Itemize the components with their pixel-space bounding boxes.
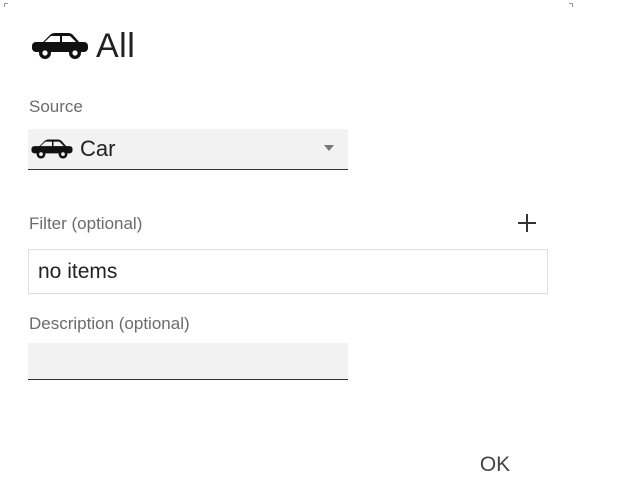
- dialog-title: All: [30, 26, 135, 66]
- filter-label: Filter (optional): [29, 214, 143, 233]
- add-filter-button[interactable]: [513, 209, 541, 237]
- dialog-corner-top-right: [569, 3, 573, 7]
- dialog-corner-top-left: [4, 3, 8, 7]
- chevron-down-icon[interactable]: [324, 145, 334, 151]
- car-icon: [31, 139, 73, 159]
- source-label: Source: [29, 97, 83, 116]
- source-select-value: Car: [80, 136, 116, 161]
- plus-icon: [518, 214, 536, 232]
- source-select[interactable]: Car: [28, 129, 348, 170]
- ok-button[interactable]: OK: [462, 446, 528, 484]
- description-input[interactable]: [28, 343, 348, 380]
- filter-field[interactable]: no items: [28, 249, 548, 294]
- description-label: Description (optional): [29, 314, 190, 333]
- car-icon: [32, 33, 88, 59]
- dialog-title-text: All: [96, 26, 136, 65]
